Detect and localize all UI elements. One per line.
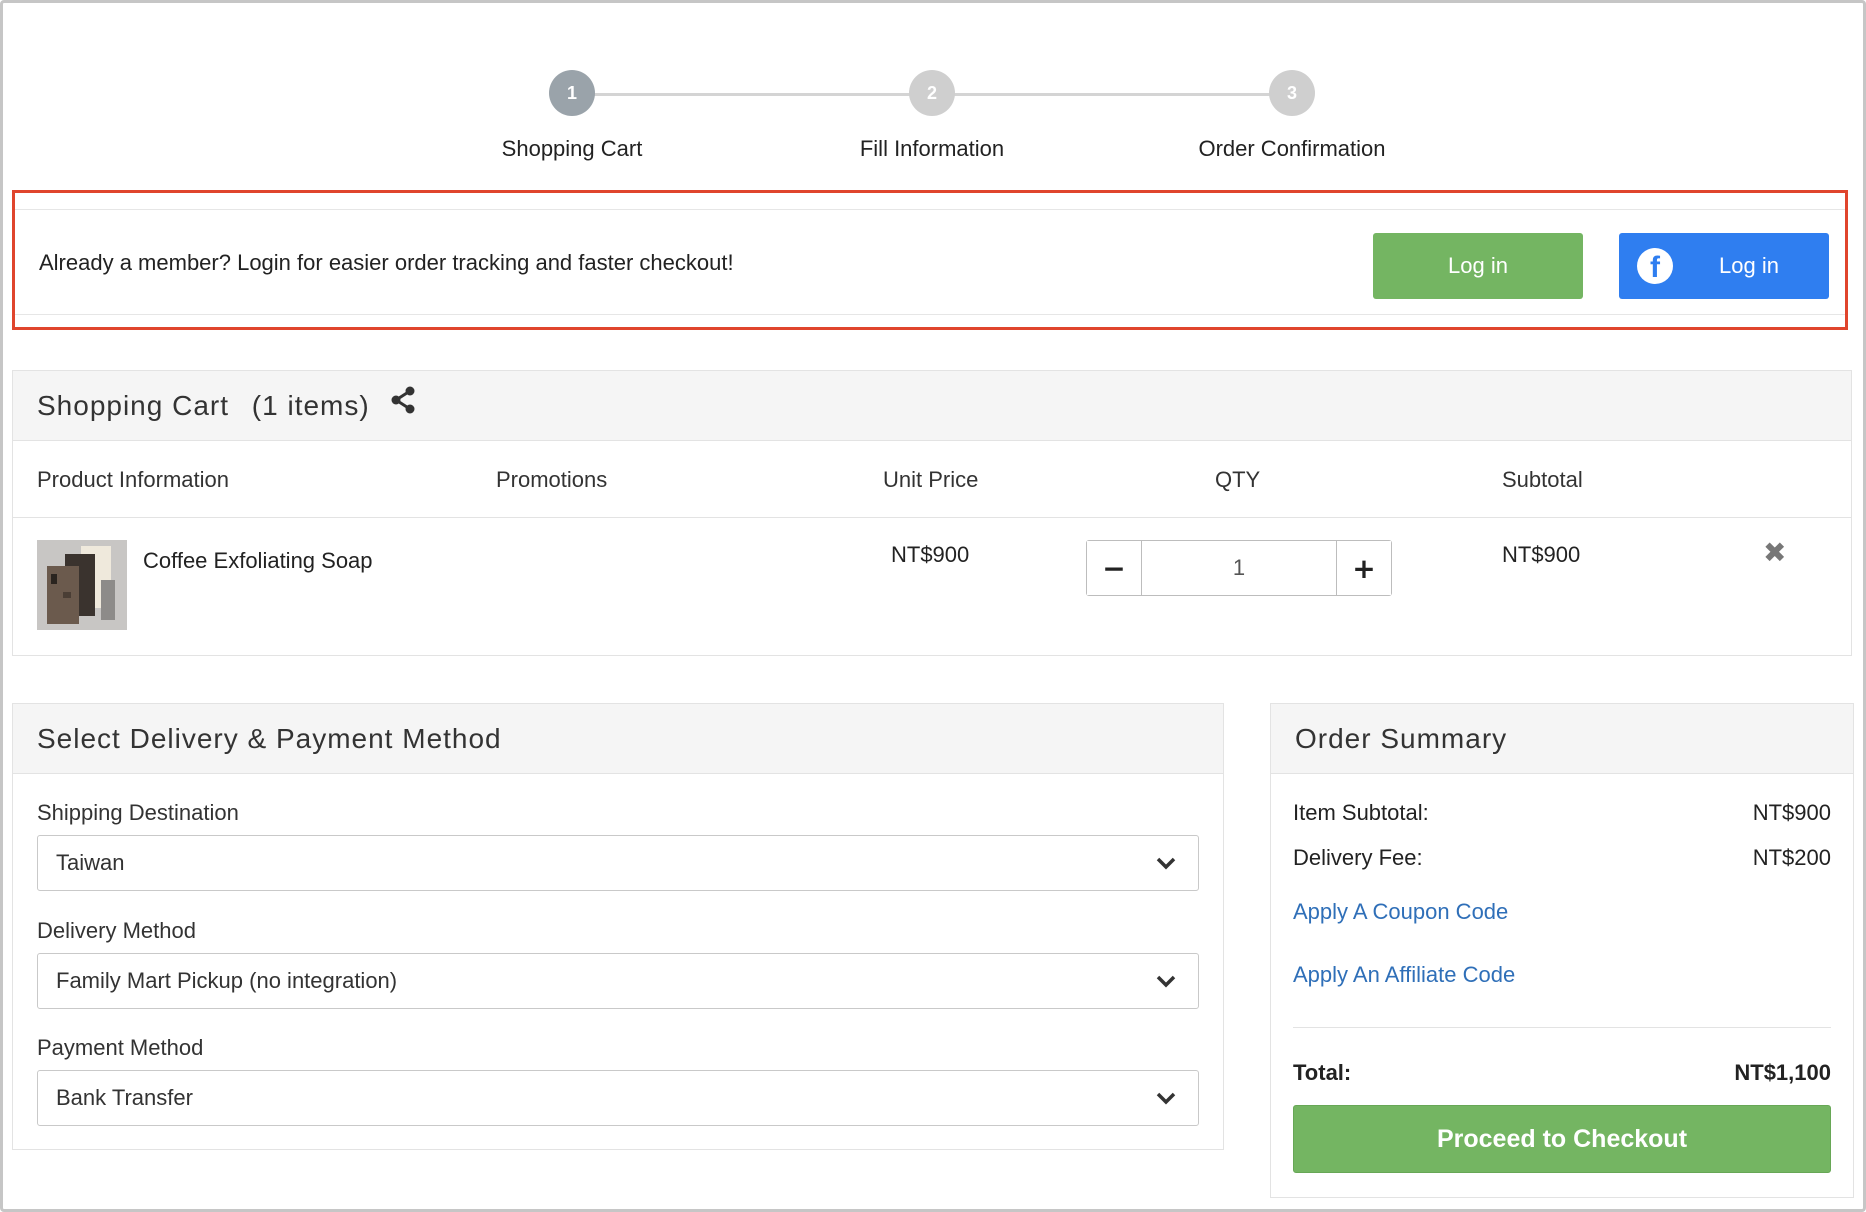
apply-coupon-link[interactable]: Apply A Coupon Code	[1293, 899, 1508, 925]
col-subtotal: Subtotal	[1502, 467, 1583, 492]
unit-price: NT$900	[891, 542, 970, 567]
step-label: Shopping Cart	[501, 136, 643, 161]
delivery-payment-panel: Select Delivery & Payment Method Shippin…	[12, 703, 1224, 1150]
col-unit-price: Unit Price	[883, 467, 979, 492]
login-banner-content: Already a member? Login for easier order…	[15, 209, 1845, 315]
step-fill-information: 2 Fill Information	[782, 70, 1082, 162]
item-subtotal-row: Item Subtotal: NT$900	[1293, 800, 1831, 826]
summary-divider	[1293, 1027, 1831, 1028]
step-number: 2	[909, 70, 955, 116]
item-subtotal-label: Item Subtotal:	[1293, 800, 1429, 825]
payment-method-value: Bank Transfer	[56, 1085, 193, 1110]
product-thumbnail[interactable]	[37, 540, 127, 630]
increase-quantity-button[interactable]: +	[1336, 541, 1391, 595]
payment-method-label: Payment Method	[37, 1035, 204, 1060]
step-number: 3	[1269, 70, 1315, 116]
item-subtotal: NT$900	[1502, 542, 1581, 567]
share-icon[interactable]	[390, 370, 416, 440]
shipping-destination-label: Shipping Destination	[37, 800, 239, 825]
apply-affiliate-link[interactable]: Apply An Affiliate Code	[1293, 962, 1515, 988]
payment-method-select[interactable]: Bank Transfer	[37, 1070, 1199, 1126]
shipping-destination-value: Taiwan	[56, 850, 125, 875]
proceed-to-checkout-button[interactable]: Proceed to Checkout	[1293, 1105, 1831, 1173]
quantity-input[interactable]	[1142, 541, 1336, 595]
col-promotions: Promotions	[496, 467, 608, 492]
shipping-destination-select[interactable]: Taiwan	[37, 835, 1199, 891]
col-product-information: Product Information	[37, 467, 229, 492]
delivery-panel-title: Select Delivery & Payment Method	[13, 704, 1223, 774]
login-prompt: Already a member? Login for easier order…	[39, 250, 734, 275]
quantity-stepper: − +	[1086, 540, 1392, 596]
delivery-method-label: Delivery Method	[37, 918, 196, 943]
step-shopping-cart: 1 Shopping Cart	[422, 70, 722, 162]
facebook-icon: f	[1637, 248, 1673, 284]
chevron-down-icon	[1156, 857, 1176, 870]
total-label: Total:	[1293, 1060, 1352, 1085]
total-value: NT$1,100	[1734, 1060, 1831, 1085]
checkout-stepper: 1 Shopping Cart 2 Fill Information 3 Ord…	[0, 70, 1866, 170]
facebook-login-button[interactable]: f Log in	[1619, 233, 1829, 299]
cart-item-row: Coffee Exfoliating Soap NT$900 − + NT$90…	[13, 518, 1851, 656]
remove-item-icon[interactable]: ✖	[1763, 536, 1786, 569]
col-qty: QTY	[1215, 467, 1261, 492]
delivery-fee-value: NT$200	[1752, 845, 1831, 870]
step-label: Fill Information	[859, 136, 1005, 161]
login-banner: Already a member? Login for easier order…	[12, 190, 1848, 330]
total-row: Total: NT$1,100	[1293, 1060, 1831, 1086]
delivery-method-select[interactable]: Family Mart Pickup (no integration)	[37, 953, 1199, 1009]
decrease-quantity-button[interactable]: −	[1087, 541, 1142, 595]
delivery-fee-row: Delivery Fee: NT$200	[1293, 845, 1831, 871]
product-name[interactable]: Coffee Exfoliating Soap	[143, 548, 373, 574]
facebook-login-label: Log in	[1719, 253, 1779, 278]
step-label: Order Confirmation	[1198, 136, 1386, 161]
step-order-confirmation: 3 Order Confirmation	[1142, 70, 1442, 162]
chevron-down-icon	[1156, 975, 1176, 988]
cart-title: Shopping Cart	[37, 390, 230, 421]
cart-column-headers: Product Information Promotions Unit Pric…	[13, 441, 1851, 518]
step-number: 1	[549, 70, 595, 116]
chevron-down-icon	[1156, 1092, 1176, 1105]
login-button[interactable]: Log in	[1373, 233, 1583, 299]
cart-item-count: (1 items)	[251, 390, 370, 421]
delivery-fee-label: Delivery Fee:	[1293, 845, 1423, 870]
delivery-method-value: Family Mart Pickup (no integration)	[56, 968, 398, 993]
item-subtotal-value: NT$900	[1752, 800, 1831, 825]
shopping-cart-panel: Shopping Cart (1 items) Product Informat…	[12, 370, 1852, 656]
order-summary-title: Order Summary	[1271, 704, 1853, 774]
cart-header: Shopping Cart (1 items)	[13, 371, 1851, 441]
order-summary-panel: Order Summary Item Subtotal: NT$900 Deli…	[1270, 703, 1854, 1198]
